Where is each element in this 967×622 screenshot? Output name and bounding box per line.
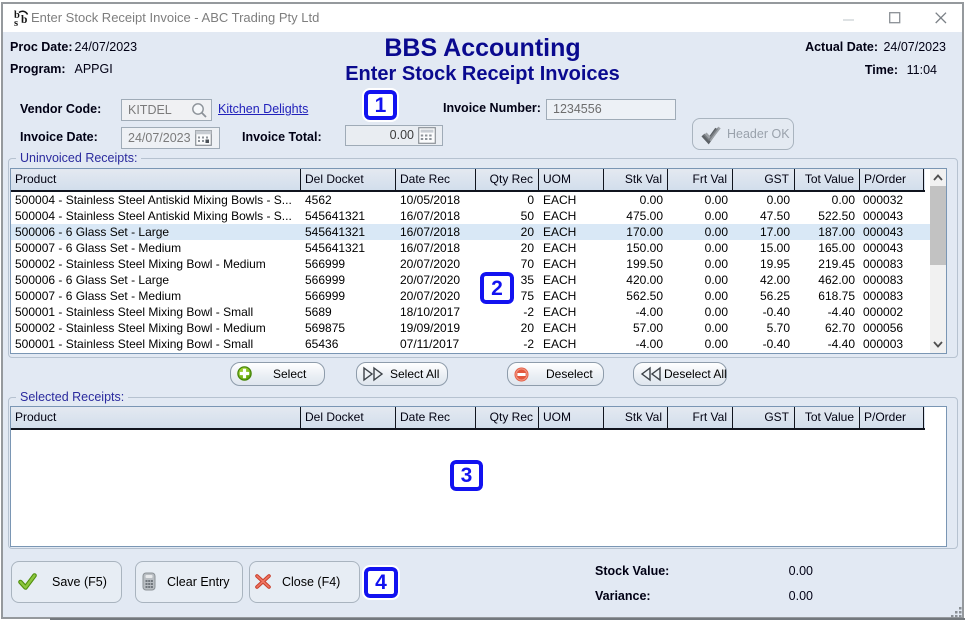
svg-text:s: s (14, 18, 18, 27)
svg-text:b: b (21, 14, 27, 26)
